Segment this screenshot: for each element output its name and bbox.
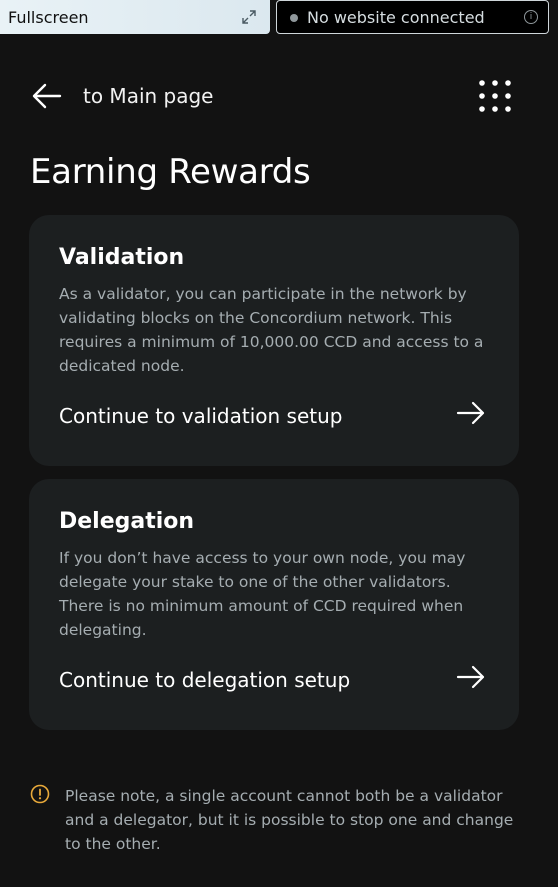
back-link[interactable]: to Main page (83, 84, 214, 108)
fullscreen-label: Fullscreen (8, 8, 89, 27)
connection-status-label: No website connected (307, 8, 485, 27)
info-icon[interactable]: i (524, 10, 538, 24)
page-title: Earning Rewards (30, 152, 311, 192)
top-bar: Fullscreen No website connected i (0, 0, 558, 36)
validation-setup-link[interactable]: Continue to validation setup (59, 404, 343, 428)
arrow-left-icon[interactable] (32, 82, 62, 110)
fullscreen-button[interactable]: Fullscreen (0, 0, 270, 34)
arrow-right-icon[interactable] (456, 400, 486, 426)
delegation-setup-link[interactable]: Continue to delegation setup (59, 668, 350, 692)
arrow-right-icon[interactable] (456, 664, 486, 690)
delegation-card[interactable]: Delegation If you don’t have access to y… (29, 479, 519, 730)
expand-arrows-icon (242, 10, 256, 24)
connection-status[interactable]: No website connected i (276, 0, 549, 34)
delegation-description: If you don’t have access to your own nod… (59, 549, 466, 639)
validation-description: As a validator, you can participate in t… (59, 285, 484, 375)
delegation-title: Delegation (59, 509, 195, 534)
validation-card[interactable]: Validation As a validator, you can parti… (29, 215, 519, 466)
validation-title: Validation (59, 245, 185, 270)
warning-circle-icon (30, 784, 50, 804)
status-dot-icon (290, 14, 298, 22)
note-text: Please note, a single account cannot bot… (65, 787, 514, 853)
grid-dots-icon[interactable] (478, 79, 512, 113)
